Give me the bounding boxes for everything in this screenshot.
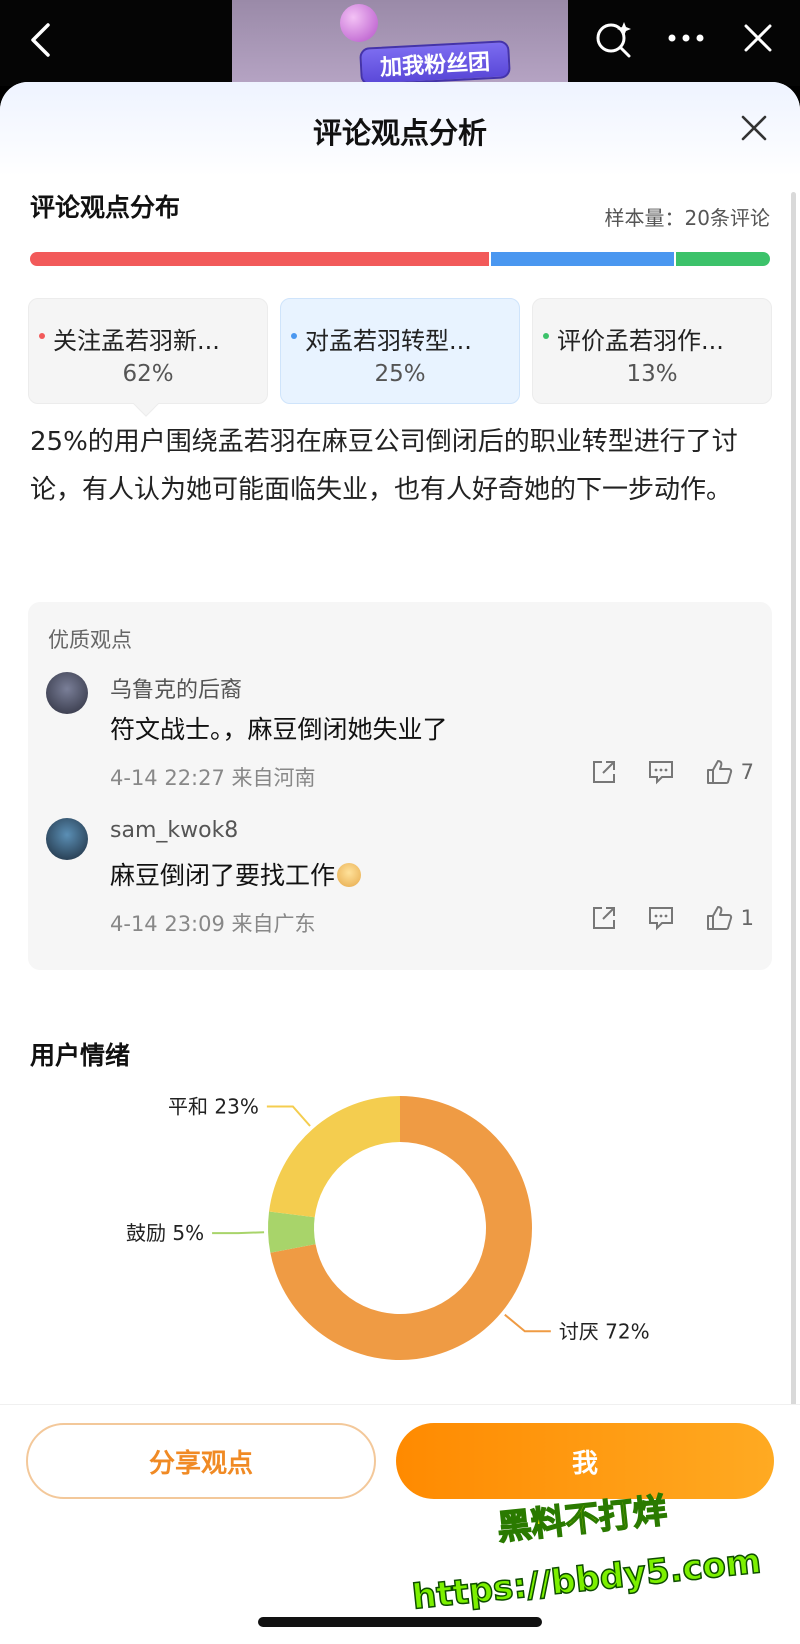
emotion-donut-chart: 讨厌 72% 鼓励 5% 平和 23% (126, 1094, 650, 1360)
opinion-card[interactable]: 关注孟若羽新... 62% (28, 298, 268, 417)
top-actions (592, 16, 780, 60)
back-icon[interactable] (18, 18, 62, 62)
opinion-label: 评价孟若羽作... (557, 327, 724, 355)
opinion-percent: 13% (626, 361, 678, 387)
like-button[interactable]: 7 (705, 758, 754, 786)
like-count: 1 (740, 906, 754, 930)
slice-label: 平和 23% (168, 1094, 259, 1118)
share-icon[interactable] (591, 759, 617, 785)
analysis-sheet: 评论观点分析 评论观点分布 样本量：20条评论 关注孟若羽新... 62% 对孟… (0, 82, 800, 1644)
sheet-close-icon[interactable] (734, 108, 774, 148)
comment-item: 乌鲁克的后裔 符文战士。，麻豆倒闭她失业了 4-14 22:27 来自河南 7 (28, 672, 772, 822)
comment-text: 麻豆倒闭了要找工作 (110, 856, 362, 892)
like-count: 7 (740, 760, 754, 784)
comment-actions: 1 (591, 904, 754, 932)
dot-icon (291, 333, 297, 339)
share-opinion-button[interactable]: 分享观点 (26, 1423, 376, 1499)
like-button[interactable]: 1 (705, 904, 754, 932)
more-icon[interactable] (664, 16, 708, 60)
dot-icon (543, 333, 549, 339)
share-icon[interactable] (591, 905, 617, 931)
main-action-button[interactable]: 我 (396, 1423, 774, 1499)
comment-actions: 7 (591, 758, 754, 786)
live-banner[interactable]: 加我粉丝团 (232, 0, 568, 86)
comment-icon[interactable] (647, 759, 675, 785)
comment-meta: 4-14 23:09 来自广东 (110, 912, 316, 936)
slice-label: 讨厌 72% (559, 1319, 650, 1343)
sheet-title: 评论观点分析 (312, 116, 487, 150)
opinion-label: 对孟若羽转型... (305, 327, 472, 355)
opinion-summary: 25%的用户围绕孟若羽在麻豆公司倒闭后的职业转型进行了讨论，有人认为她可能面临失… (30, 427, 738, 505)
slice-平和 (269, 1096, 400, 1218)
sheet-header: 评论观点分析 (0, 82, 800, 176)
opinion-percent: 25% (374, 361, 426, 387)
sample-size: 样本量：20条评论 (604, 206, 770, 230)
comment-text-content: 麻豆倒闭了要找工作 (110, 861, 336, 890)
thumbs-up-icon (706, 906, 732, 930)
leader-line (266, 1105, 311, 1127)
close-icon[interactable] (736, 16, 780, 60)
quality-comments: 优质观点 乌鲁克的后裔 符文战士。，麻豆倒闭她失业了 4-14 22:27 来自… (28, 602, 772, 970)
home-indicator[interactable] (258, 1617, 542, 1627)
opinion-label: 关注孟若羽新... (53, 327, 220, 355)
opinion-card-selected[interactable]: 对孟若羽转型... 25% (280, 298, 520, 404)
distribution-segment (488, 252, 674, 266)
opinion-cards: 关注孟若羽新... 62% 对孟若羽转型... 25% 评价孟若羽作... 13… (28, 298, 774, 417)
avatar[interactable] (46, 672, 88, 714)
opinion-percent: 62% (122, 361, 174, 387)
distribution-segment (673, 252, 770, 266)
avatar[interactable] (46, 818, 88, 860)
comment-icon[interactable] (647, 905, 675, 931)
comment-author[interactable]: 乌鲁克的后裔 (110, 672, 242, 704)
distribution-title: 评论观点分布 (30, 193, 181, 222)
ai-search-icon[interactable] (592, 16, 636, 60)
footer-bar: 分享观点 我 (0, 1404, 800, 1644)
opinion-card[interactable]: 评价孟若羽作... 13% (532, 298, 772, 404)
disco-ball-icon (340, 4, 378, 42)
top-bar: 加我粉丝团 (0, 0, 800, 86)
quality-title: 优质观点 (48, 628, 132, 652)
thumbs-up-icon (706, 760, 732, 784)
doge-emoji-icon (337, 863, 362, 887)
comment-meta: 4-14 22:27 来自河南 (110, 766, 316, 790)
comment-text: 符文战士。，麻豆倒闭她失业了 (110, 715, 448, 744)
distribution-segment (30, 252, 489, 266)
leader-line (212, 1231, 265, 1235)
distribution-bar (30, 252, 770, 266)
card-pointer (133, 391, 159, 417)
comment-author[interactable]: sam_kwok8 (110, 818, 238, 843)
slice-label: 鼓励 5% (126, 1221, 204, 1245)
comment-item: sam_kwok8 麻豆倒闭了要找工作 4-14 23:09 来自广东 1 (28, 818, 772, 968)
dot-icon (39, 333, 45, 339)
leader-line (504, 1313, 551, 1333)
fan-club-chip: 加我粉丝团 (359, 40, 511, 86)
